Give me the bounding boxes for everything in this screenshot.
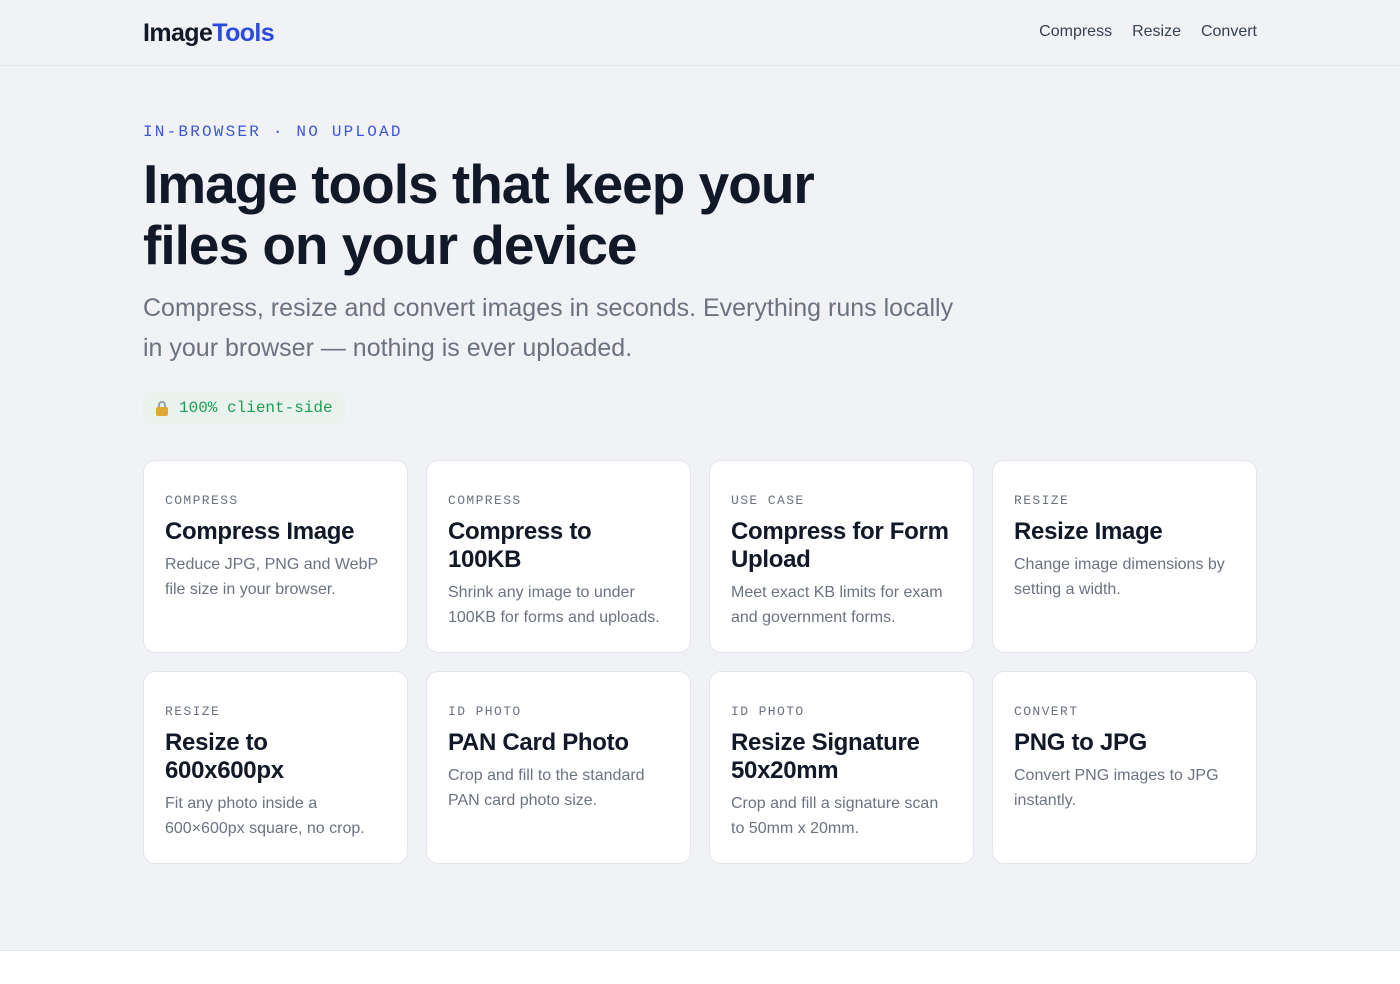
logo-text-main: Image	[143, 19, 213, 47]
nav-link-compress[interactable]: Compress	[1039, 22, 1112, 42]
card-description: Crop and fill to the standard PAN card p…	[448, 767, 645, 809]
card-tag: ID PHOTO	[731, 704, 805, 719]
card-description: Meet exact KB limits for exam and govern…	[731, 584, 943, 626]
card-tag: COMPRESS	[448, 493, 522, 508]
tool-card-compress-form-upload[interactable]: USE CASE Compress for Form Upload Meet e…	[709, 460, 974, 653]
card-description: Convert PNG images to JPG instantly.	[1014, 767, 1219, 809]
card-description: Reduce JPG, PNG and WebP file size in yo…	[165, 556, 378, 598]
card-description: Shrink any image to under 100KB for form…	[448, 584, 660, 626]
logo-text-accent: Tools	[212, 19, 275, 47]
hero-title: Image tools that keep your files on your…	[143, 153, 815, 276]
lock-icon	[155, 400, 169, 416]
tool-card-pan-card-photo[interactable]: ID PHOTO PAN Card Photo Crop and fill to…	[426, 671, 691, 864]
client-side-badge: 100% client-side	[143, 392, 345, 424]
tool-card-resize-signature[interactable]: ID PHOTO Resize Signature 50x20mm Crop a…	[709, 671, 974, 864]
nav-link-resize[interactable]: Resize	[1132, 22, 1181, 42]
card-tag: COMPRESS	[165, 493, 239, 508]
site-header: ImageTools Compress Resize Convert	[0, 0, 1400, 66]
hero-eyebrow: IN-BROWSER · NO UPLOAD	[143, 123, 403, 141]
page: ImageTools Compress Resize Convert IN-BR…	[0, 0, 1400, 951]
card-title: Compress to 100KB	[448, 518, 592, 573]
main-nav: Compress Resize Convert	[1039, 22, 1257, 42]
card-title: Compress Image	[165, 518, 355, 545]
card-title: Resize Signature 50x20mm	[731, 729, 920, 784]
tool-card-resize-image[interactable]: RESIZE Resize Image Change image dimensi…	[992, 460, 1257, 653]
card-description: Fit any photo inside a 600×600px square,…	[165, 795, 365, 837]
tool-card-compress-100kb[interactable]: COMPRESS Compress to 100KB Shrink any im…	[426, 460, 691, 653]
tool-card-resize-600x600[interactable]: RESIZE Resize to 600x600px Fit any photo…	[143, 671, 408, 864]
hero-section: IN-BROWSER · NO UPLOAD Image tools that …	[143, 122, 1003, 424]
card-title: PAN Card Photo	[448, 729, 629, 756]
card-tag: RESIZE	[165, 704, 221, 719]
card-title: Compress for Form Upload	[731, 518, 949, 573]
tool-card-png-to-jpg[interactable]: CONVERT PNG to JPG Convert PNG images to…	[992, 671, 1257, 864]
tools-grid: COMPRESS Compress Image Reduce JPG, PNG …	[143, 460, 1257, 864]
nav-link-convert[interactable]: Convert	[1201, 22, 1257, 42]
card-description: Crop and fill a signature scan to 50mm x…	[731, 795, 939, 837]
tool-card-compress-image[interactable]: COMPRESS Compress Image Reduce JPG, PNG …	[143, 460, 408, 653]
hero-subtitle: Compress, resize and convert images in s…	[143, 294, 954, 362]
card-description: Change image dimensions by setting a wid…	[1014, 556, 1225, 598]
card-tag: USE CASE	[731, 493, 805, 508]
card-title: Resize Image	[1014, 518, 1163, 545]
badge-label: 100% client-side	[179, 399, 333, 417]
card-title: Resize to 600x600px	[165, 729, 284, 784]
card-tag: CONVERT	[1014, 704, 1079, 719]
card-title: PNG to JPG	[1014, 729, 1148, 756]
card-tag: ID PHOTO	[448, 704, 522, 719]
card-tag: RESIZE	[1014, 493, 1070, 508]
logo-link[interactable]: ImageTools	[143, 18, 275, 48]
